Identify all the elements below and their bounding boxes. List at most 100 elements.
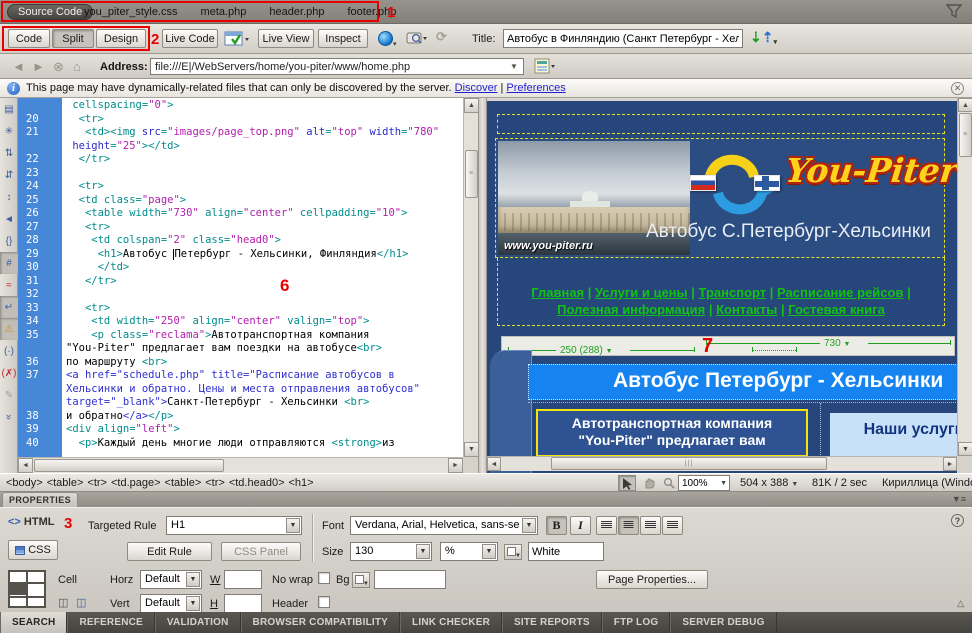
tag-selector-item[interactable]: <td.head0> xyxy=(229,477,285,489)
forward-icon[interactable]: ► xyxy=(32,59,45,74)
code-text[interactable]: </tr> xyxy=(62,153,110,167)
scrollbar-thumb[interactable]: ≡ xyxy=(465,150,478,198)
code-text[interactable]: <td width="250" align="center" valign="t… xyxy=(62,315,369,329)
code-text[interactable]: <td class="page"> xyxy=(62,194,186,208)
code-text[interactable]: <h1>Автобус Петербург - Хельсинки, Финля… xyxy=(62,248,408,262)
tag-selector-item[interactable]: <tr> xyxy=(205,477,225,489)
nav-link[interactable]: Расписание рейсов xyxy=(777,285,903,300)
live-code-button[interactable]: Live Code xyxy=(162,29,218,48)
nav-link[interactable]: Услуги и цены xyxy=(595,285,688,300)
tag-selector-item[interactable]: <body> xyxy=(6,477,43,489)
code-text[interactable] xyxy=(62,288,66,302)
validate-markup-icon[interactable] xyxy=(406,30,428,46)
collapse-selection-icon[interactable]: ⇵ xyxy=(0,164,18,186)
code-line[interactable]: cellspacing="0"> xyxy=(18,99,463,113)
results-tab-site-reports[interactable]: SITE REPORTS xyxy=(502,612,602,633)
remove-comment-icon[interactable]: (✗) xyxy=(0,362,18,384)
file-management-icons[interactable]: ⇣⇡▾ xyxy=(750,29,777,46)
code-line[interactable]: 22 </tr> xyxy=(18,153,463,167)
align-left-button[interactable] xyxy=(596,516,617,535)
apply-comment-icon[interactable]: (·) xyxy=(0,340,18,362)
code-text[interactable]: <tr> xyxy=(62,113,104,127)
bg-color-input[interactable] xyxy=(374,570,446,589)
align-justify-button[interactable] xyxy=(662,516,683,535)
split-cell-icon[interactable]: ◫ xyxy=(76,596,86,609)
nav-link[interactable]: Полезная информация xyxy=(557,302,705,317)
code-text[interactable]: по маршруту <br> xyxy=(62,356,167,370)
code-line[interactable]: 29 <h1>Автобус Петербург - Хельсинки, Фи… xyxy=(18,248,463,262)
back-icon[interactable]: ◄ xyxy=(12,59,25,74)
page-top-image-row-outline[interactable] xyxy=(497,114,945,134)
code-line[interactable]: 31 </tr> xyxy=(18,275,463,289)
expand-all-icon[interactable]: ↕ xyxy=(0,186,18,208)
code-text[interactable]: <p class="reclama">Автотранспортная комп… xyxy=(62,329,369,343)
code-line[interactable]: 33 <tr> xyxy=(18,302,463,316)
code-line[interactable]: 21 <td><img src="images/page_top.png" al… xyxy=(18,126,463,140)
site-banner[interactable]: www.you-piter.ru You-Piter Автобус С.Пет… xyxy=(495,138,945,258)
company-intro-cell[interactable]: Автотранспортная компания "You-Piter" пр… xyxy=(536,409,808,457)
tag-selector-item[interactable]: <table> xyxy=(165,477,202,489)
code-line[interactable]: 34 <td width="250" align="center" valign… xyxy=(18,315,463,329)
scroll-up-icon[interactable]: ▲ xyxy=(958,98,972,112)
help-icon[interactable]: ? xyxy=(951,514,964,527)
italic-button[interactable]: I xyxy=(570,516,591,535)
filter-related-files-icon[interactable] xyxy=(946,4,962,19)
code-line[interactable]: 39<div align="left"> xyxy=(18,423,463,437)
tag-selector-item[interactable]: <td.page> xyxy=(111,477,161,489)
indent-code-icon[interactable]: ✎ xyxy=(0,384,18,406)
highlight-invalid-code-icon[interactable]: ≈ xyxy=(0,274,18,296)
scroll-right-icon[interactable]: ► xyxy=(448,458,463,473)
code-line[interactable]: 32 xyxy=(18,288,463,302)
bg-color-swatch[interactable]: ▼ xyxy=(352,572,370,588)
code-line[interactable]: 38и обратно</a></p> xyxy=(18,410,463,424)
code-text[interactable]: <div align="left"> xyxy=(62,423,180,437)
scrollbar-thumb[interactable]: ||| xyxy=(551,457,827,470)
get-file-icon[interactable]: ⇣ xyxy=(750,29,762,45)
results-tab-link-checker[interactable]: LINK CHECKER xyxy=(400,612,502,633)
design-view-button[interactable]: Design xyxy=(96,29,146,48)
code-line[interactable]: 36по маршруту <br> xyxy=(18,356,463,370)
code-line[interactable]: Хельсинки и обратно. Цены и места отправ… xyxy=(18,383,463,397)
code-line[interactable]: 27 <tr> xyxy=(18,221,463,235)
related-file-tab[interactable]: meta.php xyxy=(201,6,247,18)
scrollbar-thumb[interactable]: ≡ xyxy=(959,113,972,157)
size-unit-select[interactable]: %▼ xyxy=(440,542,498,561)
scroll-right-icon[interactable]: ► xyxy=(943,457,957,471)
code-editor[interactable]: cellspacing="0">20 <tr>21 <td><img src="… xyxy=(18,98,463,457)
code-text[interactable]: <tr> xyxy=(62,221,110,235)
code-text[interactable]: height="25"></td> xyxy=(62,140,180,154)
vert-align-select[interactable]: Default▼ xyxy=(140,594,202,613)
code-line[interactable]: 23 xyxy=(18,167,463,181)
code-text[interactable]: target="_blank">Санкт-Петербург - Хельси… xyxy=(62,396,369,410)
nav-link[interactable]: Контакты xyxy=(716,302,777,317)
address-input[interactable] xyxy=(150,58,524,75)
tag-selector-item[interactable]: <table> xyxy=(47,477,84,489)
page-properties-button[interactable]: Page Properties... xyxy=(596,570,708,589)
code-horizontal-scrollbar[interactable]: ◄ ► xyxy=(18,457,463,473)
line-numbers-icon[interactable]: # xyxy=(0,252,18,274)
magnification-select[interactable]: 100%▼ xyxy=(678,475,730,491)
horz-align-select[interactable]: Default▼ xyxy=(140,570,202,589)
code-line[interactable]: 26 <table width="730" align="center" cel… xyxy=(18,207,463,221)
live-view-button[interactable]: Live View xyxy=(258,29,314,48)
related-file-tab[interactable]: you_piter_style.css xyxy=(84,6,178,18)
syntax-error-alerts-icon[interactable]: ⚠ xyxy=(0,318,18,340)
css-panel-button[interactable]: CSS Panel xyxy=(221,542,301,561)
scrollbar-thumb[interactable] xyxy=(34,459,224,472)
align-right-button[interactable] xyxy=(640,516,661,535)
pane-splitter[interactable] xyxy=(478,98,487,473)
page-heading-bar[interactable]: Автобус Петербург - Хельсинки xyxy=(528,364,958,400)
table-width-guide[interactable]: 730 ▼ 250 (288) ▼ 7 xyxy=(501,336,955,356)
code-line[interactable]: 20 <tr> xyxy=(18,113,463,127)
targeted-rule-select[interactable]: H1▼ xyxy=(166,516,302,535)
results-tab-browser-compatibility[interactable]: BROWSER COMPATIBILITY xyxy=(241,612,401,633)
code-text[interactable]: <tr> xyxy=(62,180,104,194)
design-horizontal-scrollbar[interactable]: ◄ ||| ► xyxy=(487,456,957,471)
close-info-bar-icon[interactable]: ✕ xyxy=(951,82,964,95)
home-icon[interactable]: ⌂ xyxy=(73,59,81,74)
split-view-button[interactable]: Split xyxy=(52,29,94,48)
code-view-button[interactable]: Code xyxy=(8,29,50,48)
scroll-left-icon[interactable]: ◄ xyxy=(18,458,33,473)
scroll-left-icon[interactable]: ◄ xyxy=(487,457,501,471)
panel-menu-icon[interactable]: ▼≡ xyxy=(952,494,966,504)
